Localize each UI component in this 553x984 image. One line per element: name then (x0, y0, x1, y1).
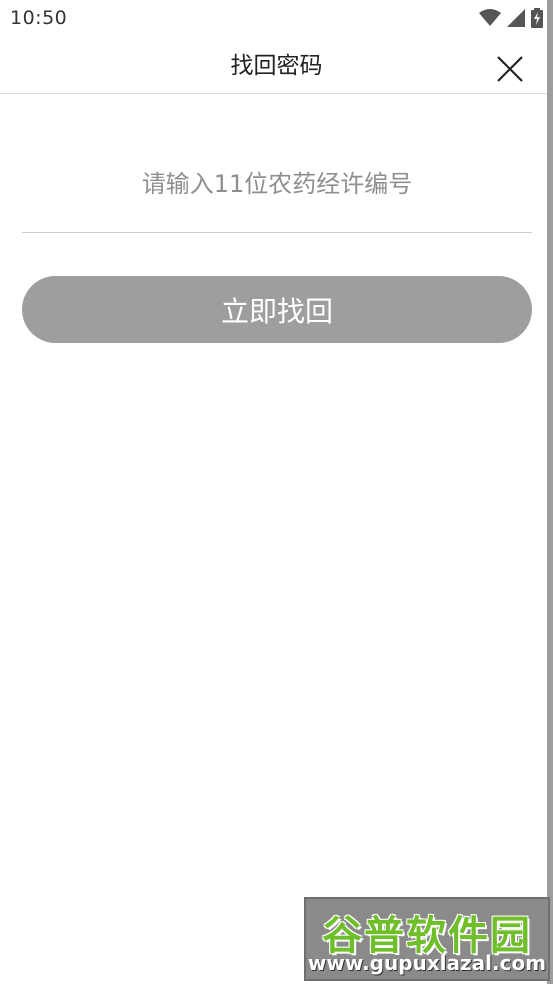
license-input-container (22, 148, 532, 233)
watermark-logo: 谷普软件园 www.gupuxlazal.com (304, 897, 550, 981)
page-title: 找回密码 (230, 53, 323, 79)
status-time: 10:50 (10, 7, 68, 29)
wifi-icon (479, 9, 501, 26)
status-icons (479, 7, 543, 29)
retrieve-button[interactable]: 立即找回 (22, 276, 532, 343)
license-number-input[interactable] (22, 148, 532, 220)
signal-icon (507, 9, 525, 27)
screen-edge (547, 0, 553, 984)
close-icon (497, 56, 523, 82)
close-button[interactable] (495, 54, 525, 84)
status-bar: 10:50 (0, 0, 547, 36)
battery-charging-icon (531, 8, 543, 28)
app-screen: 10:50 找回密码 立即找回 (0, 0, 553, 984)
watermark-url: www.gupuxlazal.com (307, 951, 547, 975)
title-bar: 找回密码 (0, 36, 547, 94)
